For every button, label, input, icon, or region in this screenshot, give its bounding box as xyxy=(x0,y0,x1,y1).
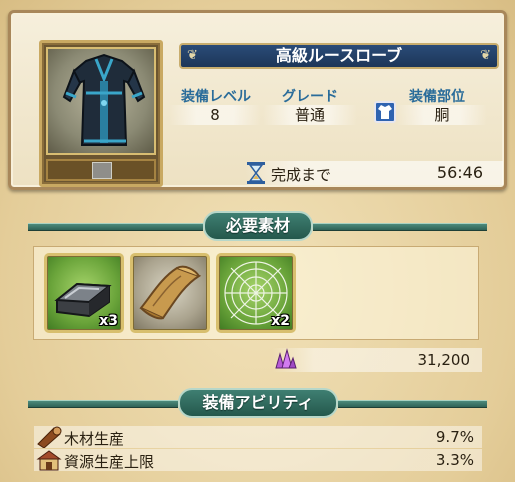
item-name: 高級ルースローブ xyxy=(275,46,403,65)
crystal-cost-row: 31,200 xyxy=(272,348,482,372)
header-rule-left xyxy=(28,400,178,408)
craft-timer-row: 完成まで 56:46 xyxy=(245,161,503,185)
material-slot-iron[interactable]: x3 xyxy=(44,253,124,333)
crystal-cost-value: 31,200 xyxy=(417,351,471,369)
item-info-card: ❦ 高級ルースローブ ❦ 装備レベル 8 グレード 普通 装備部位 胴 完成まで… xyxy=(8,10,507,190)
warehouse-icon xyxy=(36,450,62,471)
wood-log-icon xyxy=(37,426,62,448)
ability-value-storage: 3.3% xyxy=(435,451,474,469)
header-rule-left xyxy=(28,223,203,231)
abilities-title: 装備アビリティ xyxy=(178,388,338,418)
stat-label-slot: 装備部位 xyxy=(409,89,465,105)
stat-value-grade: 普通 xyxy=(263,105,357,125)
item-title-bar: ❦ 高級ルースローブ ❦ xyxy=(179,43,499,69)
timer-label: 完成まで xyxy=(271,166,332,184)
material-count-web: x2 xyxy=(271,313,290,329)
header-rule-right xyxy=(338,400,487,408)
crystal-icon xyxy=(275,348,297,369)
header-rule-right xyxy=(313,223,487,231)
materials-header: 必要素材 xyxy=(28,211,487,241)
robe-icon xyxy=(62,53,146,146)
abilities-header: 装備アビリティ xyxy=(28,388,487,418)
material-count-iron: x3 xyxy=(99,313,118,329)
ability-label-wood: 木材生産 xyxy=(64,430,125,448)
timer-value: 56:46 xyxy=(436,163,483,182)
ability-value-wood: 9.7% xyxy=(435,428,474,446)
crafting-screen: ❦ 高級ルースローブ ❦ 装備レベル 8 グレード 普通 装備部位 胴 完成まで… xyxy=(0,0,515,482)
ability-row-wood: 木材生産 9.7% xyxy=(34,426,482,448)
body-slot-icon xyxy=(374,101,396,123)
ornament-right-icon: ❦ xyxy=(480,48,491,63)
stat-label-level: 装備レベル xyxy=(181,89,251,105)
material-slot-web[interactable]: x2 xyxy=(216,253,296,333)
item-portrait xyxy=(46,47,156,155)
item-slot-bar xyxy=(46,159,156,181)
parchment-scroll-icon xyxy=(139,265,202,320)
material-slot-scroll[interactable] xyxy=(130,253,210,333)
stat-label-grade: グレード xyxy=(282,89,338,105)
materials-title: 必要素材 xyxy=(203,211,313,241)
stat-value-slot: 胴 xyxy=(397,105,487,125)
ornament-left-icon: ❦ xyxy=(187,48,198,63)
item-portrait-frame[interactable] xyxy=(39,40,163,187)
ability-label-storage: 資源生産上限 xyxy=(64,453,155,471)
ability-row-storage: 資源生産上限 3.3% xyxy=(34,449,482,471)
gem-slot xyxy=(92,162,112,179)
hourglass-icon xyxy=(247,162,265,184)
stat-value-level: 8 xyxy=(169,105,261,125)
